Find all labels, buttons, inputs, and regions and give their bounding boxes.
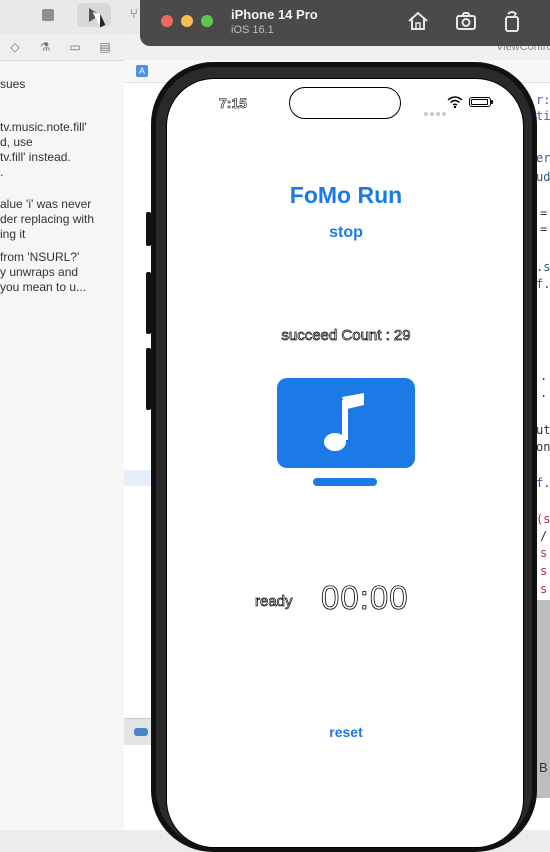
phone-screen[interactable]: 7:15 FoMo Run stop succeed Count : 29 re… <box>166 78 524 848</box>
status-time: 7:15 <box>219 95 248 112</box>
home-icon[interactable] <box>406 9 430 33</box>
issue-text: from 'NSURL?' <box>0 250 80 264</box>
issue-text: you mean to u... <box>0 280 87 294</box>
timer-display: 00:00 <box>321 579 409 617</box>
minimize-window-button[interactable] <box>181 15 193 27</box>
code-fragment: (s <box>536 512 550 526</box>
wifi-icon <box>447 96 463 109</box>
action-button[interactable] <box>146 212 151 246</box>
issue-text: tv.music.note.fill' <box>0 120 87 134</box>
issue-text: tv.fill' instead. <box>0 150 71 164</box>
code-fragment: / <box>540 529 548 543</box>
issue-text: alue 'i' was never <box>0 197 92 211</box>
simulator-device-name: iPhone 14 Pro <box>231 7 318 22</box>
code-fragment: . <box>540 386 548 400</box>
issue-text: ing it <box>0 227 26 241</box>
screenshot-icon[interactable] <box>454 9 478 33</box>
reset-button[interactable]: reset <box>167 724 523 740</box>
rotate-icon[interactable] <box>500 9 524 33</box>
zoom-window-button[interactable] <box>201 15 213 27</box>
simulator-titlebar: iPhone 14 Pro iOS 16.1 <box>140 0 550 46</box>
issue-item[interactable]: alue 'i' was never der replacing with in… <box>0 197 94 242</box>
code-fragment: . <box>540 369 548 383</box>
status-label: ready <box>255 593 293 611</box>
signal-icon <box>424 103 448 121</box>
issue-navigator: sues tv.music.note.fill' d, use tv.fill'… <box>0 61 125 830</box>
close-window-button[interactable] <box>161 15 173 27</box>
navigator-bar: ◇ ⚗ ▭ ▤ <box>0 34 124 61</box>
issue-text: der replacing with <box>0 212 95 226</box>
stop-button[interactable]: stop <box>167 224 523 242</box>
code-fragment: = <box>540 206 548 220</box>
code-fragment: ud <box>536 170 550 184</box>
battery-icon <box>469 97 493 107</box>
code-fragment: .s <box>536 260 550 274</box>
code-fragment: = <box>540 222 548 236</box>
code-fragment: er <box>536 151 550 165</box>
tag-icon[interactable]: ▭ <box>68 40 82 54</box>
simulator-os-version: iOS 16.1 <box>231 24 274 36</box>
debug-area-toggle[interactable] <box>124 718 154 745</box>
source-control-icon[interactable]: ◇ <box>8 40 22 54</box>
code-fragment: f. <box>536 277 550 291</box>
report-icon[interactable]: ▤ <box>98 40 112 54</box>
issues-header: sues <box>0 77 26 91</box>
code-fragment: s <box>540 564 548 578</box>
code-fragment: f. <box>536 476 550 490</box>
app-title: FoMo Run <box>289 182 403 208</box>
code-fragment: s <box>540 546 548 560</box>
debug-area-icon <box>134 728 148 736</box>
volume-down-button[interactable] <box>146 348 151 410</box>
tv-music-note-fill-icon <box>277 378 415 486</box>
volume-up-button[interactable] <box>146 272 151 334</box>
current-line-highlight <box>124 470 154 486</box>
succeed-count-label: succeed Count : 29 <box>281 327 411 345</box>
issue-text: d, use <box>0 135 33 149</box>
issue-text: y unwraps and <box>0 265 79 279</box>
branch-icon[interactable]: ⑂ <box>130 6 138 21</box>
app-store-icon[interactable]: A <box>136 65 148 77</box>
code-fragment: s <box>540 582 548 596</box>
dynamic-island <box>289 87 401 119</box>
issue-item[interactable]: tv.music.note.fill' d, use tv.fill' inst… <box>0 120 87 180</box>
stop-run-button[interactable] <box>42 9 54 21</box>
code-fragment: r: <box>536 93 550 107</box>
code-fragment: ut <box>536 423 550 437</box>
symbol-icon[interactable]: ⚗ <box>38 40 52 54</box>
code-fragment: ti <box>536 109 550 123</box>
issue-item[interactable]: from 'NSURL?' y unwraps and you mean to … <box>0 250 86 295</box>
code-fragment: on <box>536 440 550 454</box>
floating-panel-label: B <box>539 760 548 775</box>
